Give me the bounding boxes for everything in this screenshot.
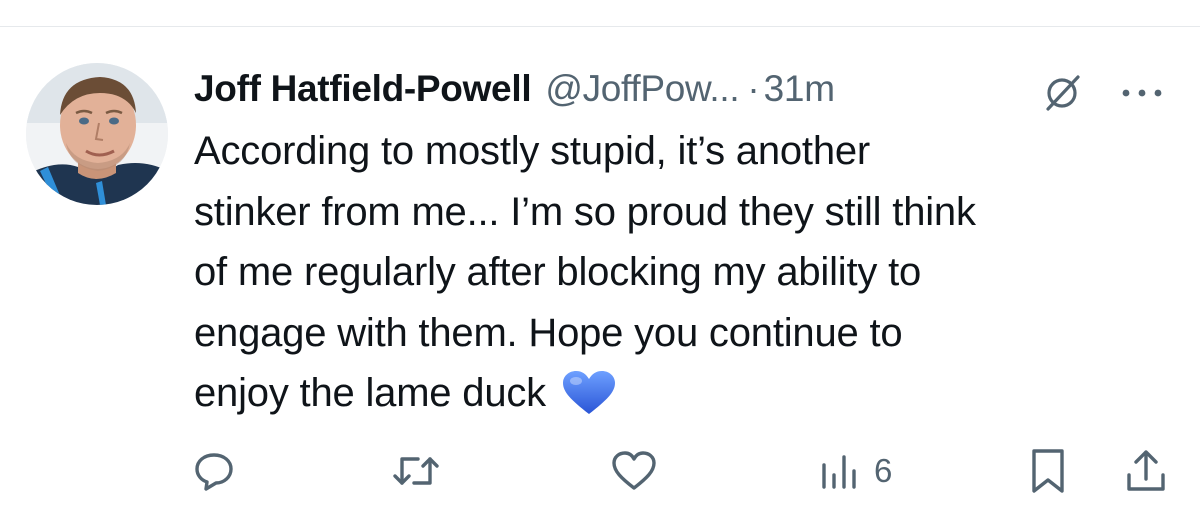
avatar[interactable] [26,63,168,205]
tweet-text-line: stinker from me... I’m so proud they sti… [194,189,976,234]
views-button[interactable]: 6 [818,443,892,499]
tweet-text: According to mostly stupid, it’s another… [194,121,1174,424]
like-button[interactable] [610,443,658,499]
reply-icon [195,453,233,491]
grok-icon[interactable] [1040,71,1084,115]
share-icon [1127,450,1165,491]
avatar-image [26,63,168,205]
tweet-text-line: According to mostly stupid, it’s another [194,129,871,173]
tweet-card[interactable]: Joff Hatfield-Powell @JoffPow... · 31m A… [0,27,1200,516]
tweet-text-line: engage with them. Hope you continue to [194,310,903,355]
reply-button[interactable] [192,443,236,499]
action-bar: 6 [0,443,1200,499]
tweet-text-line: of me regularly after blocking my abilit… [194,250,922,294]
views-count: 6 [874,452,893,489]
views-bar-chart-icon [822,455,856,489]
author-handle[interactable]: @JoffPow... [545,68,739,110]
separator-dot: · [747,68,760,109]
share-button[interactable] [1124,443,1168,499]
blue-heart-icon [562,371,615,414]
author-name[interactable]: Joff Hatfield-Powell [194,68,532,110]
more-dots-icon[interactable] [1112,77,1172,109]
tweet-header: Joff Hatfield-Powell @JoffPow... · 31m [194,65,835,113]
retweet-button[interactable] [392,443,440,499]
tweet-text-line-last: enjoy the lame duck [194,363,1174,424]
tweet-text-line-content: enjoy the lame duck [194,371,546,415]
heart-outline-icon [612,451,656,490]
bookmark-icon [1032,449,1064,493]
timestamp[interactable]: 31m [764,68,835,110]
retweet-icon [393,457,439,485]
bookmark-button[interactable] [1028,443,1068,499]
